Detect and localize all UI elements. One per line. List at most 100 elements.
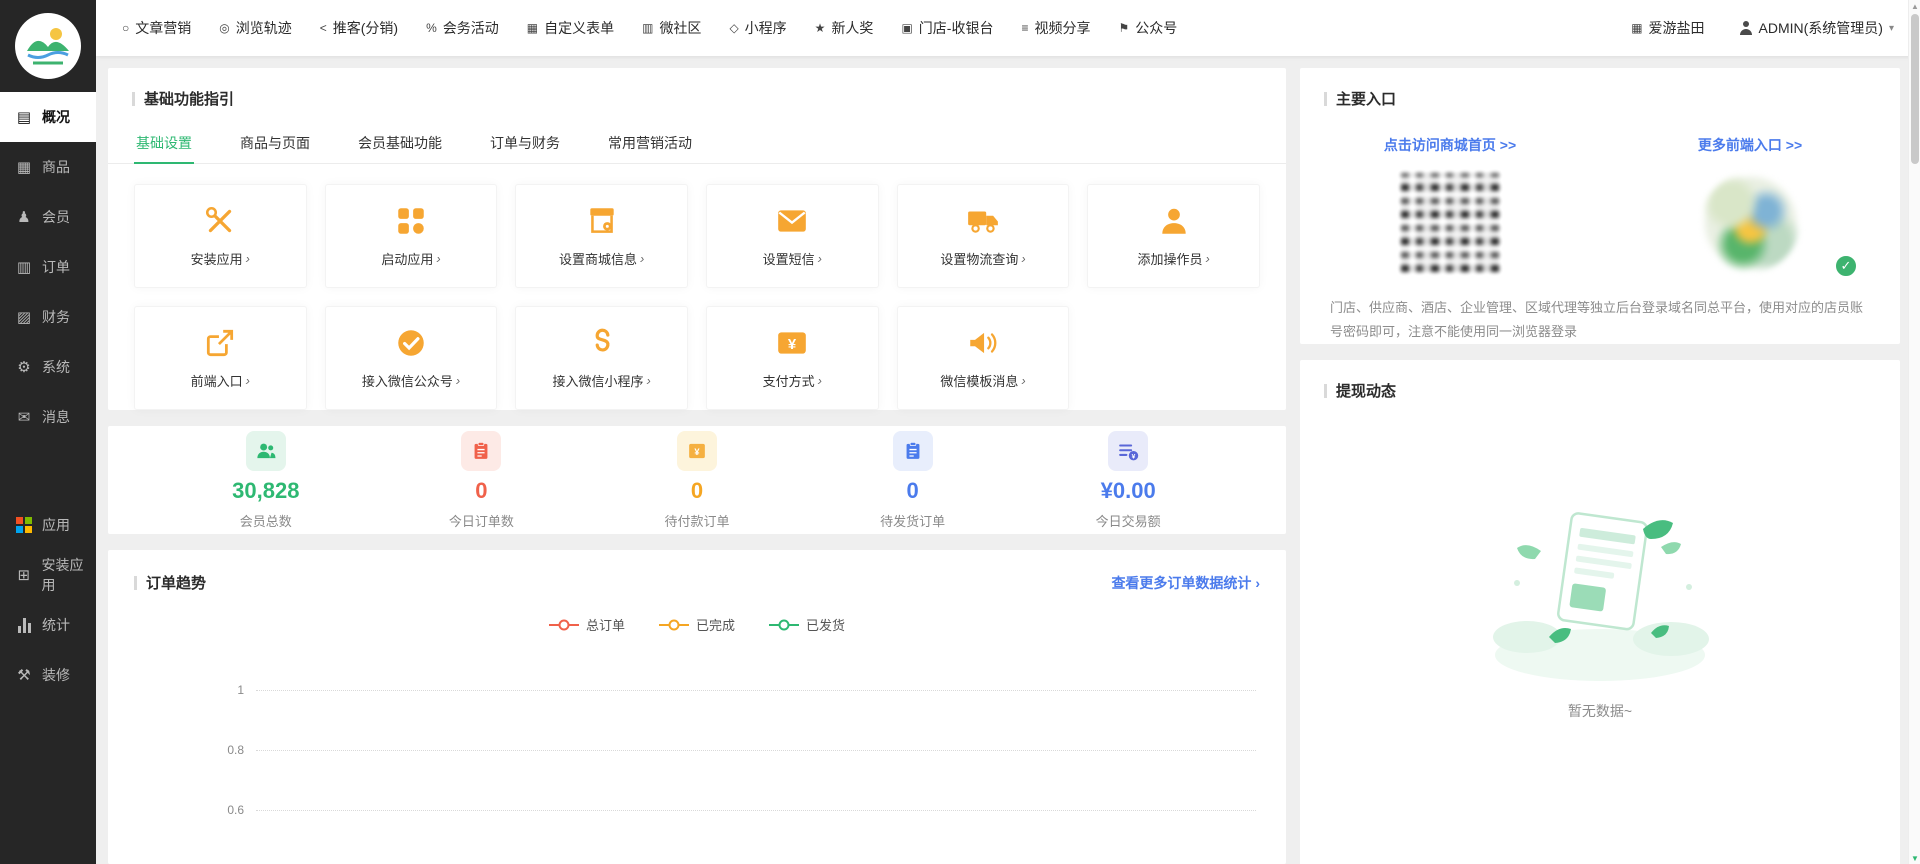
goods-icon: ▦: [15, 158, 33, 176]
guide-card-payment[interactable]: ¥ 支付方式: [706, 306, 879, 410]
nav-label: 门店-收银台: [919, 18, 994, 38]
tab-orders-finance[interactable]: 订单与财务: [488, 125, 562, 163]
empty-text: 暂无数据~: [1568, 701, 1632, 721]
chevron-right-icon: [818, 373, 822, 388]
legend-total-orders[interactable]: 总订单: [549, 615, 625, 634]
miniprogram-icon: ◇: [729, 22, 738, 34]
chevron-right-icon: [246, 373, 250, 388]
sidebar-item-system[interactable]: ⚙ 系统: [0, 342, 96, 392]
finance-icon: ▨: [15, 308, 33, 326]
article-icon: ○: [122, 22, 129, 34]
export-icon: [203, 326, 237, 360]
guide-card-logistics[interactable]: 设置物流查询: [897, 184, 1070, 288]
tab-goods-pages[interactable]: 商品与页面: [238, 125, 312, 163]
scroll-up-icon[interactable]: ▲: [1909, 0, 1920, 12]
chevron-right-icon: [1021, 251, 1025, 266]
more-order-stats-link[interactable]: 查看更多订单数据统计 ›: [1111, 573, 1260, 593]
legend-label: 已完成: [696, 615, 735, 634]
pending-ship-icon: [893, 431, 933, 471]
guide-card-wechat-official[interactable]: 接入微信公众号: [325, 306, 498, 410]
guide-label: 安装应用: [191, 249, 250, 268]
gridline: [256, 690, 1256, 691]
guide-card-wechat-miniprogram[interactable]: 接入微信小程序: [515, 306, 688, 410]
nav-item-browse-track[interactable]: ◎ 浏览轨迹: [219, 18, 291, 38]
frontend-entries-qrcode: [1697, 169, 1804, 276]
legend-label: 总订单: [586, 615, 625, 634]
nav-item-custom-form[interactable]: ▦ 自定义表单: [527, 18, 614, 38]
nav-item-distribution[interactable]: < 推客(分销): [320, 18, 398, 38]
admin-menu[interactable]: ADMIN(系统管理员) ▾: [1739, 18, 1894, 38]
community-icon: ▥: [642, 22, 653, 34]
guide-card-add-operator[interactable]: 添加操作员: [1087, 184, 1260, 288]
site-switcher[interactable]: ▦ 爱游盐田: [1631, 18, 1704, 38]
legend-shipped[interactable]: 已发货: [769, 615, 845, 634]
guide-card-template-message[interactable]: 微信模板消息: [897, 306, 1070, 410]
tab-basic-settings[interactable]: 基础设置: [134, 125, 194, 163]
scroll-down-icon[interactable]: ▼: [1909, 852, 1920, 864]
sidebar-item-members[interactable]: ♟ 会员: [0, 192, 96, 242]
nav-item-events[interactable]: % 会务活动: [426, 18, 499, 38]
vertical-scrollbar[interactable]: ▲ ▼: [1908, 0, 1920, 864]
guide-card-frontend-entry[interactable]: 前端入口: [134, 306, 307, 410]
nav-item-store-cashier[interactable]: ▣ 门店-收银台: [901, 18, 993, 38]
gridline-row: 0.6: [204, 780, 1256, 840]
members-icon: ♟: [15, 208, 33, 226]
install-icon: ⊞: [15, 566, 33, 584]
sidebar-item-apps[interactable]: 应用: [0, 500, 96, 550]
nav-item-video-share[interactable]: ≡ 视频分享: [1021, 18, 1090, 38]
pay-icon: ¥: [775, 326, 809, 360]
sidebar-item-message[interactable]: ✉ 消息: [0, 392, 96, 442]
sidebar-item-label: 订单: [42, 257, 70, 277]
guide-label: 设置物流查询: [940, 249, 1025, 268]
truck-icon: [966, 204, 1000, 238]
left-column: 基础功能指引 基础设置 商品与页面 会员基础功能 订单与财务 常用营销活动 安装…: [108, 68, 1286, 864]
sidebar-item-orders[interactable]: ▥ 订单: [0, 242, 96, 292]
legend-completed[interactable]: 已完成: [659, 615, 735, 634]
scrollbar-thumb[interactable]: [1911, 14, 1919, 164]
site-icon: ▦: [1631, 22, 1642, 34]
nav-label: 小程序: [745, 18, 787, 38]
sidebar-item-statistics[interactable]: 统计: [0, 600, 96, 650]
sidebar-item-overview[interactable]: ▤ 概况: [0, 92, 96, 142]
sidebar-item-install-apps[interactable]: ⊞ 安装应用: [0, 550, 96, 600]
sidebar-item-label: 装修: [42, 665, 70, 685]
mall-home-link[interactable]: 点击访问商城首页 >>: [1384, 137, 1516, 153]
message-icon: ✉: [15, 408, 33, 426]
sidebar-item-goods[interactable]: ▦ 商品: [0, 142, 96, 192]
stat-value: 0: [906, 478, 918, 504]
mail-icon: [775, 204, 809, 238]
stats-bars-icon: [15, 618, 33, 633]
nav-item-community[interactable]: ▥ 微社区: [642, 18, 701, 38]
decorate-icon: ⚒: [15, 666, 33, 684]
gridline-row: 1: [204, 660, 1256, 720]
nav-item-miniprogram[interactable]: ◇ 小程序: [729, 18, 786, 38]
grid-apps-icon: [394, 204, 428, 238]
title-accent-bar: [132, 92, 135, 106]
app-logo[interactable]: [15, 13, 81, 79]
line-marker-icon: [769, 624, 799, 626]
more-entries-link[interactable]: 更多前端入口 >>: [1698, 137, 1802, 153]
store-icon: ▣: [901, 22, 912, 34]
nav-item-newcomer-award[interactable]: ★ 新人奖: [815, 18, 874, 38]
guide-card-sms[interactable]: 设置短信: [706, 184, 879, 288]
activity-icon: %: [426, 22, 437, 34]
nav-item-article-marketing[interactable]: ○ 文章营销: [122, 18, 191, 38]
tab-member-basics[interactable]: 会员基础功能: [356, 125, 444, 163]
nav-item-official-account[interactable]: ⚑ 公众号: [1118, 18, 1177, 38]
sidebar-item-finance[interactable]: ▨ 财务: [0, 292, 96, 342]
main-entry-card: 主要入口 点击访问商城首页 >> 更多前端入口 >> ✓ 门店、供应商、酒店、企…: [1300, 68, 1900, 344]
guide-card-mall-info[interactable]: 设置商城信息: [515, 184, 688, 288]
sidebar-item-decorate[interactable]: ⚒ 装修: [0, 650, 96, 700]
guide-card-launch-app[interactable]: 启动应用: [325, 184, 498, 288]
stats-card: 30,828 会员总数 0 今日订单数 ¥: [108, 426, 1286, 534]
sidebar-item-label: 商品: [42, 157, 70, 177]
guide-grid: 安装应用 启动应用: [108, 164, 1286, 410]
site-label: 爱游盐田: [1649, 18, 1705, 38]
chevron-right-icon: [818, 251, 822, 266]
guide-label: 前端入口: [191, 371, 250, 390]
members-group-icon: [246, 431, 286, 471]
guide-card-install-app[interactable]: 安装应用: [134, 184, 307, 288]
system-icon: ⚙: [15, 358, 33, 376]
tab-marketing[interactable]: 常用营销活动: [606, 125, 694, 163]
guide-card: 基础功能指引 基础设置 商品与页面 会员基础功能 订单与财务 常用营销活动 安装…: [108, 68, 1286, 410]
